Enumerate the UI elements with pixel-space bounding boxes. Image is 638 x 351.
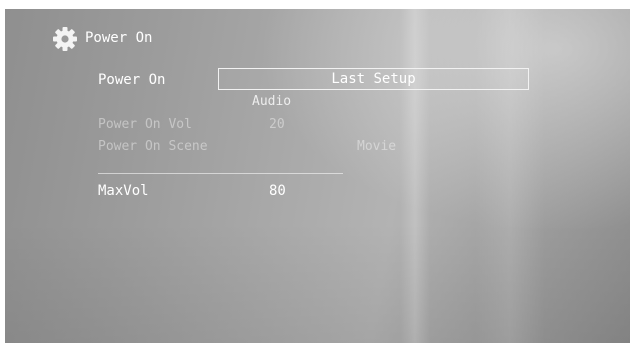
tv-screen bbox=[5, 9, 630, 343]
menu-title: Power On bbox=[85, 30, 153, 46]
power-on-vol-value: 20 bbox=[269, 117, 285, 132]
power-on-select[interactable]: Last Setup bbox=[218, 68, 529, 90]
power-on-option-audio[interactable]: Audio bbox=[252, 94, 291, 109]
maxvol-value[interactable]: 80 bbox=[269, 183, 286, 199]
power-on-scene-value: Movie bbox=[357, 139, 397, 154]
maxvol-label: MaxVol bbox=[98, 183, 149, 199]
power-on-scene-label: Power On Scene bbox=[98, 139, 208, 154]
power-on-selected-value: Last Setup bbox=[331, 71, 416, 87]
power-on-label: Power On bbox=[98, 72, 166, 88]
divider bbox=[98, 173, 343, 174]
power-on-vol-label: Power On Vol bbox=[98, 117, 192, 132]
gear-icon bbox=[53, 27, 77, 51]
background-shade bbox=[5, 223, 630, 343]
